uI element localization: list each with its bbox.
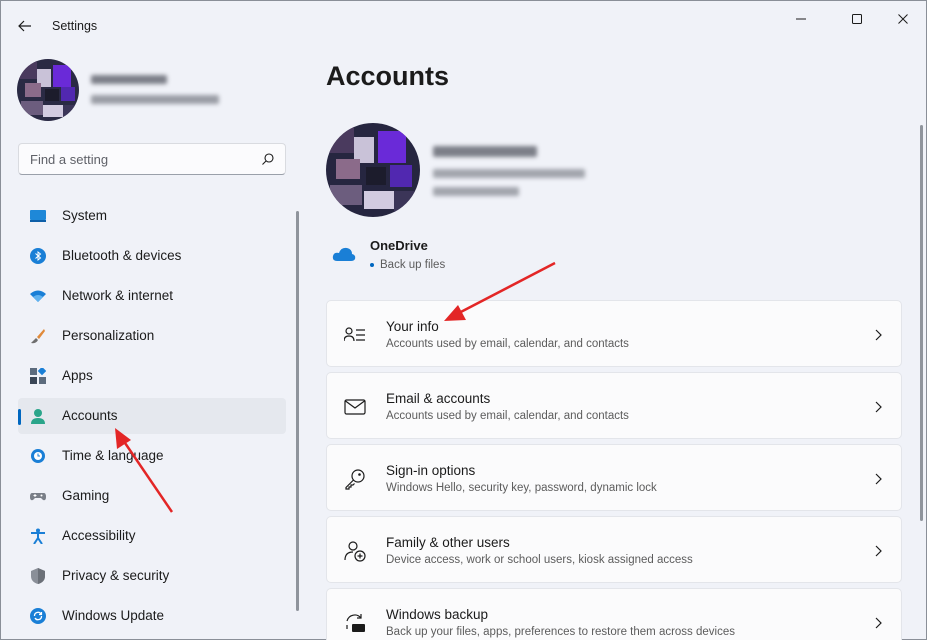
sidebar-item-label: Privacy & security (62, 568, 170, 583)
sidebar-item-label: Bluetooth & devices (62, 248, 182, 263)
family-other-users-card[interactable]: Family & other users Device access, work… (326, 516, 902, 583)
wifi-icon (30, 290, 46, 302)
sidebar-item-label: Apps (62, 368, 93, 383)
onedrive-status-dot (370, 263, 374, 267)
sidebar-item-label: Time & language (62, 448, 164, 463)
blurred-user-name (91, 75, 167, 84)
shield-icon (31, 568, 45, 584)
sidebar-item-label: Accessibility (62, 528, 136, 543)
account-avatar[interactable] (326, 123, 420, 217)
minimize-button[interactable] (778, 7, 824, 31)
email-accounts-card[interactable]: Email & accounts Accounts used by email,… (326, 372, 902, 439)
sidebar-item-network[interactable]: Network & internet (18, 278, 286, 314)
sidebar-item-gaming[interactable]: Gaming (18, 478, 286, 514)
sidebar-item-windows-update[interactable]: Windows Update (18, 598, 286, 634)
bluetooth-icon (30, 248, 46, 264)
onedrive-title[interactable]: OneDrive (370, 238, 428, 253)
sidebar-scrollbar[interactable] (296, 211, 299, 611)
blurred-account-role (433, 187, 519, 196)
card-subtitle: Back up your files, apps, preferences to… (386, 626, 735, 638)
onedrive-cloud-icon (332, 247, 356, 261)
maximize-button[interactable] (834, 7, 880, 31)
minimize-icon (796, 18, 806, 20)
your-info-card[interactable]: Your info Accounts used by email, calend… (326, 300, 902, 367)
back-button[interactable] (13, 14, 37, 38)
search-box[interactable]: Find a setting (18, 143, 286, 175)
avatar-image (17, 59, 79, 121)
sidebar-item-label: System (62, 208, 108, 223)
card-subtitle: Device access, work or school users, kio… (386, 554, 693, 566)
blurred-user-email (91, 95, 219, 104)
backup-icon (346, 614, 365, 632)
title-bar: Settings (1, 1, 926, 47)
clock-globe-icon (31, 449, 45, 463)
close-icon (898, 14, 908, 24)
windows-backup-card[interactable]: Windows backup Back up your files, apps,… (326, 588, 902, 640)
add-person-icon (344, 541, 366, 562)
apps-icon (30, 368, 46, 384)
sync-icon (30, 608, 46, 624)
card-subtitle: Accounts used by email, calendar, and co… (386, 338, 629, 350)
card-subtitle: Accounts used by email, calendar, and co… (386, 410, 629, 422)
chevron-right-icon (875, 617, 882, 629)
sidebar-item-apps[interactable]: Apps (18, 358, 286, 394)
sidebar-item-accessibility[interactable]: Accessibility (18, 518, 286, 554)
key-icon (345, 469, 365, 490)
sidebar-item-label: Gaming (62, 488, 110, 503)
system-icon (30, 210, 46, 222)
chevron-right-icon (875, 401, 882, 413)
card-title: Email & accounts (386, 391, 491, 406)
avatar-image (326, 123, 420, 217)
brush-icon (31, 329, 45, 344)
card-title: Family & other users (386, 535, 510, 550)
person-info-icon (344, 327, 365, 342)
back-arrow-icon (18, 20, 31, 32)
settings-window: Settings Find a setting System Bluetooth… (0, 0, 927, 640)
search-placeholder: Find a setting (30, 152, 109, 167)
chevron-right-icon (875, 329, 882, 341)
app-title: Settings (52, 19, 98, 33)
card-title: Windows backup (386, 607, 489, 622)
sidebar-item-accounts[interactable]: Accounts (18, 398, 286, 434)
selection-indicator (18, 409, 21, 425)
blurred-account-name (433, 146, 537, 157)
sidebar-item-bluetooth[interactable]: Bluetooth & devices (18, 238, 286, 274)
page-title: Accounts (326, 61, 450, 91)
chevron-right-icon (875, 545, 882, 557)
sidebar-item-label: Personalization (62, 328, 155, 343)
blurred-account-email (433, 169, 585, 178)
sidebar-item-label: Network & internet (62, 288, 174, 303)
sidebar-item-personalization[interactable]: Personalization (18, 318, 286, 354)
user-avatar[interactable] (17, 59, 79, 121)
maximize-icon (852, 14, 862, 24)
card-subtitle: Windows Hello, security key, password, d… (386, 482, 657, 494)
sidebar-item-time-language[interactable]: Time & language (18, 438, 286, 474)
chevron-right-icon (875, 473, 882, 485)
search-icon[interactable] (261, 152, 275, 166)
onedrive-status[interactable]: Back up files (380, 259, 445, 271)
main-scrollbar[interactable] (920, 125, 923, 521)
close-button[interactable] (880, 7, 926, 31)
sidebar-item-label: Accounts (62, 408, 118, 423)
card-title: Sign-in options (386, 463, 476, 478)
sign-in-options-card[interactable]: Sign-in options Windows Hello, security … (326, 444, 902, 511)
accounts-icon (31, 409, 45, 424)
sidebar-item-label: Windows Update (62, 608, 165, 623)
accessibility-icon (31, 528, 45, 544)
sidebar-item-system[interactable]: System (18, 198, 286, 234)
sidebar-item-privacy-security[interactable]: Privacy & security (18, 558, 286, 594)
mail-icon (344, 399, 366, 415)
card-title: Your info (386, 319, 439, 334)
gamepad-icon (30, 493, 46, 501)
